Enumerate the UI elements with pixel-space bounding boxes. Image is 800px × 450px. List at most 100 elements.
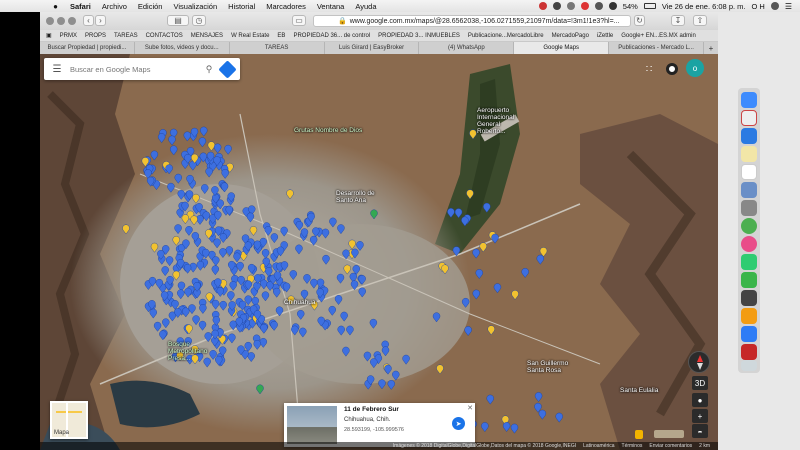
map-pin[interactable] (483, 202, 491, 213)
map-pin[interactable] (510, 423, 519, 434)
expand-icon[interactable]: ⌃ (695, 430, 705, 439)
new-tab-button[interactable]: + (704, 42, 718, 54)
map-pin[interactable] (170, 145, 178, 156)
map-pin[interactable] (211, 265, 219, 276)
app-icon[interactable] (741, 290, 757, 306)
menu-historial[interactable]: Historial (228, 2, 255, 11)
safari-icon[interactable] (741, 128, 757, 144)
map-pin[interactable] (479, 242, 487, 253)
account-avatar[interactable]: o (686, 59, 704, 77)
map-pin[interactable] (342, 346, 350, 357)
url-text[interactable]: www.google.com.mx/maps/@28.6562038,-106.… (350, 18, 620, 25)
map-pin[interactable] (340, 311, 348, 322)
battery-icon[interactable] (643, 3, 656, 9)
map-pin[interactable] (229, 281, 237, 291)
map-pin[interactable] (461, 297, 470, 308)
map-pin[interactable] (199, 304, 207, 314)
tab[interactable]: Buscar Propiedad | propiedi... (40, 42, 135, 54)
trash-icon[interactable] (741, 360, 757, 371)
minimize-window-button[interactable] (57, 17, 65, 25)
bookmark-item[interactable]: Publicacione...MercadoLibre (468, 33, 544, 39)
map-pin[interactable] (329, 217, 337, 228)
layer-toggle[interactable]: Mapa (50, 401, 88, 439)
map-pin[interactable] (221, 169, 229, 179)
bookmark-item[interactable]: EB (277, 33, 285, 39)
map-pin[interactable] (297, 310, 305, 320)
map-pin[interactable] (183, 131, 191, 142)
bookmark-item[interactable]: PROPIEDAD 36... de control (293, 33, 370, 39)
back-button[interactable]: ‹ (83, 15, 94, 26)
map-pin[interactable] (220, 182, 229, 193)
map-pin[interactable] (487, 325, 495, 336)
tab[interactable]: Sube fotos, videos y docu... (135, 42, 230, 54)
finder-icon[interactable] (741, 92, 757, 108)
map-pin[interactable] (174, 173, 182, 184)
bookmark-item[interactable]: iZettle (597, 33, 613, 39)
map-pin[interactable] (511, 290, 519, 300)
property-pins[interactable] (40, 54, 718, 450)
map-pin[interactable] (167, 182, 175, 193)
bookmark-item[interactable]: CONTACTOS (146, 33, 183, 39)
map-pin[interactable] (212, 256, 220, 267)
bookmark-item[interactable]: PROPS (85, 33, 106, 39)
map-pin[interactable] (229, 320, 237, 331)
label-chihuahua[interactable]: Chihuahua (284, 299, 315, 306)
map-pin[interactable] (464, 326, 472, 336)
map-pin[interactable] (432, 312, 441, 323)
map-pin[interactable] (502, 422, 511, 432)
map-pin[interactable] (192, 193, 200, 204)
map-pin[interactable] (538, 409, 547, 420)
search-box[interactable]: ☰ Buscar en Google Maps ⚲ (44, 58, 240, 80)
label-san-guillermo[interactable]: San Guillermo Santa Rosa (527, 360, 568, 374)
label-grutas[interactable]: Grutas Nombre de Dios (294, 127, 362, 134)
label-santa-eulalia[interactable]: Santa Eulalia (620, 387, 658, 394)
map-pin[interactable] (200, 126, 208, 137)
map-pin[interactable] (452, 246, 461, 257)
map-pin[interactable] (378, 379, 386, 390)
menu-archivo[interactable]: Archivo (102, 2, 127, 11)
map-pin[interactable] (182, 307, 190, 318)
app-icon[interactable] (741, 308, 757, 324)
map-pin[interactable] (358, 287, 366, 298)
address-bar[interactable]: 🔒 www.google.com.mx/maps/@28.6562038,-10… (313, 15, 631, 27)
map-pin[interactable] (486, 394, 494, 405)
map-pin[interactable] (342, 249, 350, 260)
map-pin[interactable] (270, 321, 278, 331)
feedback-link[interactable]: Enviar comentarios (649, 443, 692, 449)
map-pin[interactable] (190, 215, 198, 226)
map-pin[interactable] (466, 189, 474, 200)
menu-app[interactable]: Safari (70, 2, 91, 11)
map-pin[interactable] (346, 325, 354, 336)
map-pin[interactable] (153, 321, 162, 332)
apps-grid-icon[interactable]: ∷ (642, 62, 656, 76)
menu-ayuda[interactable]: Ayuda (355, 2, 376, 11)
imagery-thumbnails[interactable] (654, 430, 684, 438)
map-pin[interactable] (309, 235, 318, 246)
bookmark-item[interactable]: Google+ EN...ES.MX admin (621, 33, 696, 39)
map-pin[interactable] (177, 190, 185, 200)
place-title[interactable]: 11 de Febrero Sur (344, 406, 452, 413)
map-pin[interactable] (233, 252, 241, 263)
bookmark-item[interactable]: PRMX (60, 33, 77, 39)
map-pin[interactable] (275, 306, 284, 317)
map-pin[interactable] (350, 280, 359, 291)
map-pin[interactable] (198, 320, 207, 331)
map-pin[interactable] (493, 283, 502, 294)
wifi-icon[interactable] (608, 2, 617, 10)
compass-icon[interactable] (688, 351, 710, 373)
map-pin[interactable] (183, 263, 192, 274)
map-pin[interactable] (369, 318, 378, 329)
map-pin[interactable] (475, 269, 483, 279)
map-pin[interactable] (177, 289, 185, 300)
download-icon[interactable]: ↧ (671, 15, 685, 26)
map-pin[interactable] (387, 380, 395, 390)
map-pin[interactable] (157, 133, 166, 143)
map-pin[interactable] (202, 211, 210, 222)
bookmark-item[interactable]: MercadoPago (552, 33, 589, 39)
map-pin[interactable] (270, 233, 279, 244)
map-pin[interactable] (225, 246, 233, 257)
directions-icon[interactable] (218, 59, 237, 79)
map-pin[interactable] (219, 233, 227, 243)
map-pin[interactable] (246, 212, 255, 223)
map-pin[interactable] (227, 291, 235, 302)
